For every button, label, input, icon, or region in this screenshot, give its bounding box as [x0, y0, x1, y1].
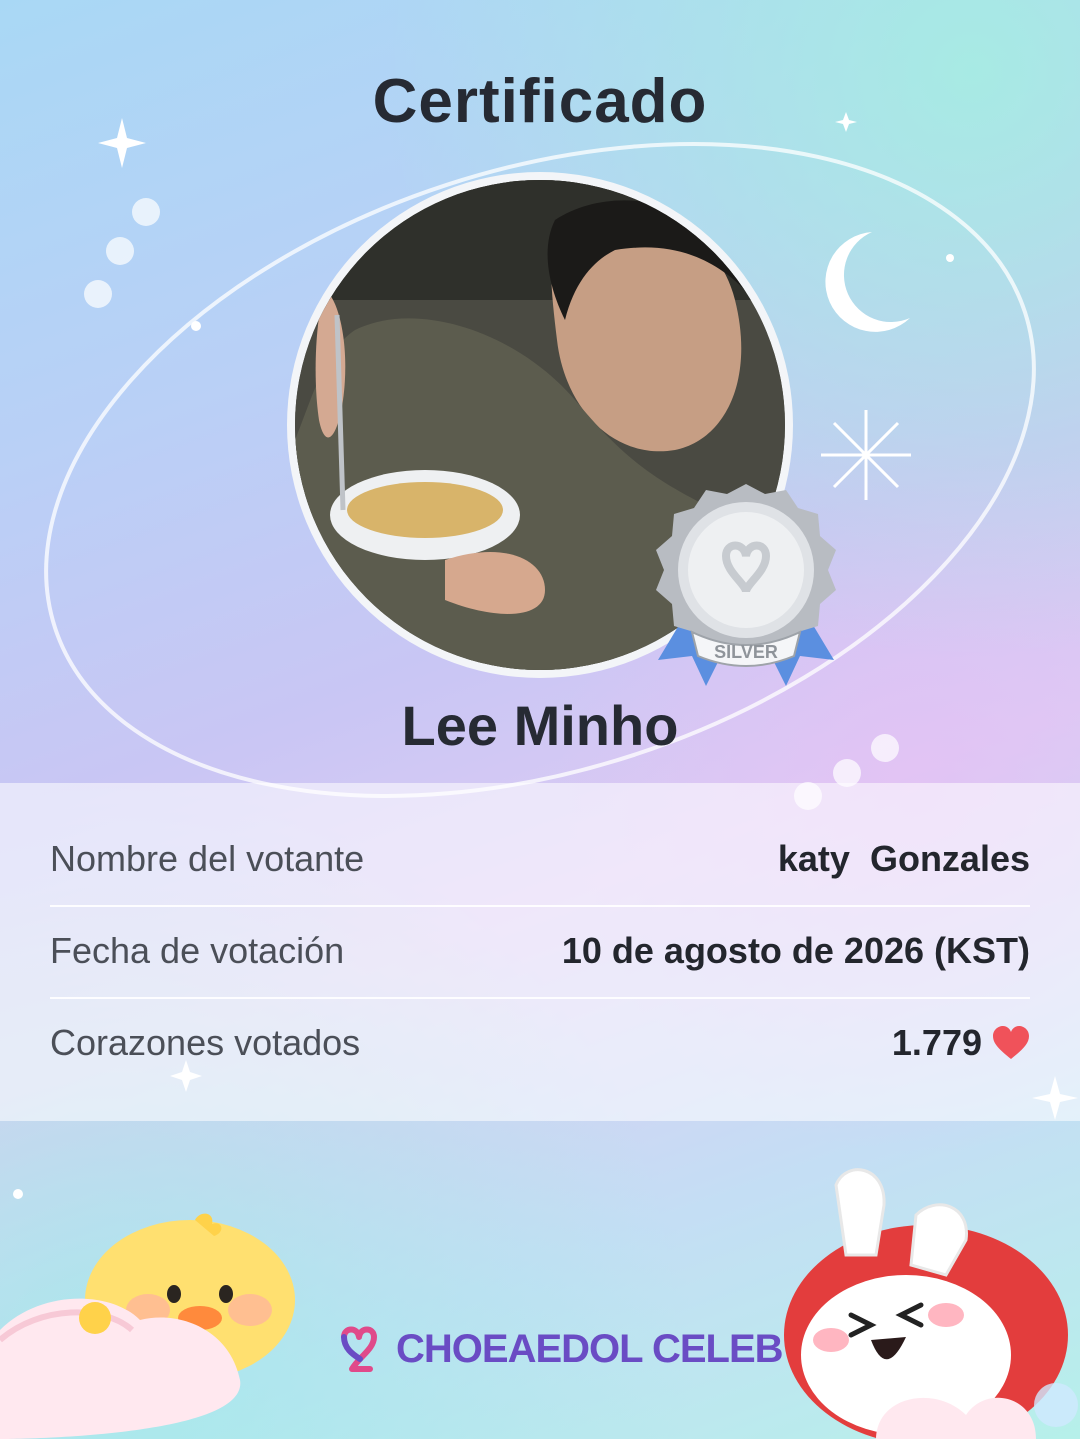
hearts-label: Corazones votados [50, 1022, 361, 1063]
date-value: 10 de agosto de 2026 (KST) [561, 930, 1030, 971]
celebrity-name: Lee Minho [401, 694, 679, 757]
info-panel: Nombre del votante katy Gonzales Fecha d… [0, 783, 1080, 1121]
voter-value: katy Gonzales [777, 838, 1030, 879]
date-label: Fecha de votación [50, 930, 345, 971]
chick-mascot-icon [0, 1213, 295, 1439]
hearts-value: 1.779 [891, 1022, 982, 1063]
date-row: Fecha de votación 10 de agosto de 2026 (… [50, 905, 1030, 999]
brand-logo: CHOEAEDOL CELEB [330, 1323, 784, 1375]
voter-label: Nombre del votante [50, 838, 365, 879]
brand-name: CHOEAEDOL CELEB [396, 1326, 784, 1371]
silver-medal-icon: SILVER [656, 484, 836, 686]
svg-text:SILVER: SILVER [714, 642, 778, 662]
hearts-row: Corazones votados 1.779 [50, 997, 1030, 1089]
heart-icon [993, 1026, 1029, 1059]
moon-icon [825, 232, 910, 332]
certificate-title: Certificado [372, 67, 708, 136]
voter-row: Nombre del votante katy Gonzales [50, 813, 1030, 907]
hearts-value-group: 1.779 [892, 1022, 1030, 1064]
choeaedol-heart-logo-icon [341, 1326, 377, 1372]
bunny-mascot-icon [784, 1168, 1078, 1439]
